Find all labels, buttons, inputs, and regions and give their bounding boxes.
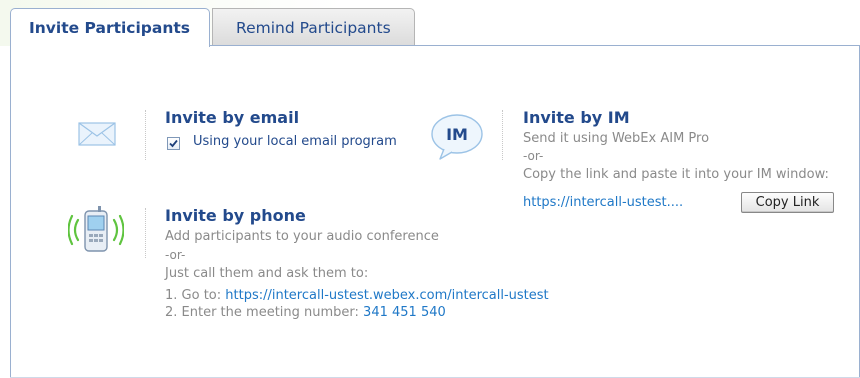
svg-text:IM: IM	[446, 125, 468, 144]
im-meeting-link[interactable]: https://intercall-ustest....	[523, 195, 683, 210]
panel-border-left	[10, 46, 11, 378]
local-email-checkbox[interactable]	[167, 137, 180, 150]
tab-baseline	[210, 45, 860, 46]
phone-step-1-prefix: 1. Go to:	[165, 288, 226, 303]
mobile-phone-icon	[67, 205, 125, 255]
invite-by-phone-heading: Invite by phone	[165, 206, 306, 225]
copy-link-button[interactable]: Copy Link	[741, 192, 834, 213]
local-email-checkbox-label[interactable]: Using your local email program	[193, 134, 397, 149]
phone-add-participants-text: Add participants to your audio conferenc…	[165, 229, 439, 244]
phone-call-instructions: Just call them and ask them to:	[165, 266, 369, 281]
tab-remind-participants[interactable]: Remind Participants	[212, 8, 415, 45]
phone-step-2: 2. Enter the meeting number: 341 451 540	[165, 305, 446, 320]
im-divider	[502, 110, 503, 160]
envelope-icon	[78, 120, 118, 148]
checkmark-icon	[169, 139, 178, 148]
invite-by-email-heading: Invite by email	[165, 108, 300, 127]
invite-by-im-heading: Invite by IM	[523, 108, 630, 127]
email-divider	[145, 110, 146, 160]
tab-invite-participants-label: Invite Participants	[29, 19, 191, 37]
meeting-number: 341 451 540	[363, 305, 446, 320]
phone-step-1-link[interactable]: https://intercall-ustest.webex.com/inter…	[225, 288, 548, 303]
im-copy-instructions: Copy the link and paste it into your IM …	[523, 167, 829, 182]
phone-step-1: 1. Go to: https://intercall-ustest.webex…	[165, 288, 549, 303]
phone-divider	[145, 208, 146, 258]
im-send-text: Send it using WebEx AIM Pro	[523, 131, 710, 146]
tab-remind-participants-label: Remind Participants	[236, 19, 391, 37]
phone-or-text: -or-	[165, 248, 186, 262]
phone-step-2-prefix: 2. Enter the meeting number:	[165, 305, 364, 320]
im-bubble-icon: IM	[430, 112, 486, 162]
im-or-text: -or-	[523, 149, 544, 163]
tab-invite-participants[interactable]: Invite Participants	[10, 8, 210, 47]
